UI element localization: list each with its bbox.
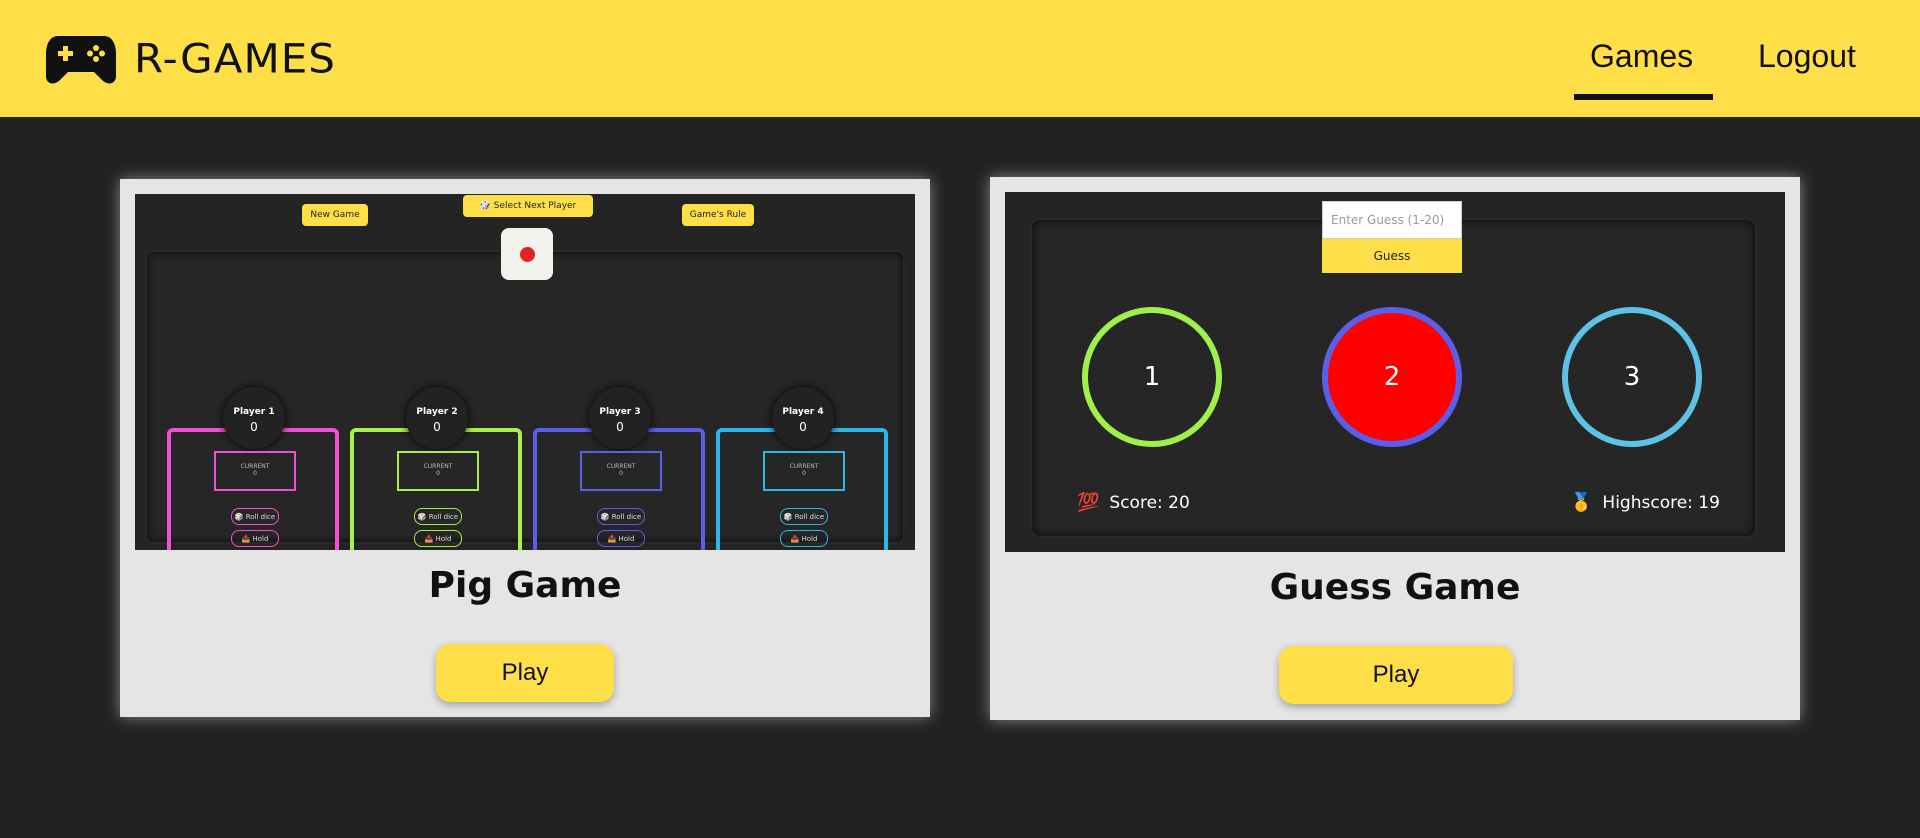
score-display: 💯 Score: 20: [1077, 492, 1190, 513]
select-next-player-button: 🎲 Select Next Player: [463, 195, 593, 217]
new-game-button: New Game: [302, 204, 368, 226]
player-name: Player 4: [782, 407, 824, 417]
player-score: 0: [799, 420, 807, 434]
pig-game-title: Pig Game: [428, 565, 622, 606]
game-rules-button: Game's Rule: [682, 204, 754, 226]
current-label: CURRENT: [240, 463, 270, 470]
guess-game-preview: Enter Guess (1-20) Guess 1 2 3 💯 Score: …: [1005, 192, 1785, 552]
nav-logout-link[interactable]: Logout: [1758, 38, 1856, 75]
top-bar: R-GAMES Games Logout: [0, 0, 1920, 117]
player-current-box: CURRENT 0: [214, 451, 296, 491]
current-value: 0: [619, 470, 623, 477]
current-value: 0: [802, 470, 806, 477]
highscore-text: Highscore: 19: [1602, 492, 1720, 513]
player-badge: Player 2 0: [406, 387, 468, 449]
player-score: 0: [616, 420, 624, 434]
player-panel: Player 3 0 CURRENT 0 🎲 Roll dice 📥 Hold: [533, 387, 705, 550]
current-label: CURRENT: [423, 463, 453, 470]
brand-name: R-GAMES: [134, 34, 336, 82]
roll-dice-button: 🎲 Roll dice: [597, 508, 645, 525]
player-panel: Player 4 0 CURRENT 0 🎲 Roll dice 📥 Hold: [716, 387, 888, 550]
guess-button: Guess: [1322, 239, 1462, 273]
player-name: Player 1: [233, 407, 275, 417]
highscore-display: 🥇 Highscore: 19: [1570, 492, 1720, 513]
hold-button: 📥 Hold: [231, 530, 279, 547]
guess-option-circle: 1: [1082, 307, 1222, 447]
player-panel: Player 1 0 CURRENT 0 🎲 Roll dice 📥 Hold: [167, 387, 339, 550]
player-badge: Player 1 0: [223, 387, 285, 449]
gold-medal-icon: 🥇: [1570, 492, 1593, 513]
pig-game-preview: Player 1 0 CURRENT 0 🎲 Roll dice 📥 Hold …: [135, 194, 915, 550]
guess-option-circle: 3: [1562, 307, 1702, 447]
gamepad-icon: [46, 36, 116, 84]
current-value: 0: [436, 470, 440, 477]
player-badge: Player 4 0: [772, 387, 834, 449]
roll-dice-button: 🎲 Roll dice: [414, 508, 462, 525]
pig-board: Player 1 0 CURRENT 0 🎲 Roll dice 📥 Hold …: [147, 252, 903, 550]
player-badge: Player 3 0: [589, 387, 651, 449]
player-name: Player 3: [599, 407, 641, 417]
dice-icon: [501, 228, 553, 280]
current-value: 0: [253, 470, 257, 477]
dice-pip: [520, 247, 535, 262]
player-score: 0: [433, 420, 441, 434]
hold-button: 📥 Hold: [597, 530, 645, 547]
player-panel: Player 2 0 CURRENT 0 🎲 Roll dice 📥 Hold: [350, 387, 522, 550]
guess-game-play-button[interactable]: Play: [1279, 646, 1513, 704]
current-label: CURRENT: [606, 463, 636, 470]
guess-option-circle: 2: [1322, 307, 1462, 447]
active-nav-indicator: [1574, 94, 1713, 100]
hold-button: 📥 Hold: [414, 530, 462, 547]
hold-button: 📥 Hold: [780, 530, 828, 547]
roll-dice-button: 🎲 Roll dice: [780, 508, 828, 525]
player-current-box: CURRENT 0: [763, 451, 845, 491]
pig-game-play-button[interactable]: Play: [436, 644, 614, 702]
current-label: CURRENT: [789, 463, 819, 470]
roll-dice-button: 🎲 Roll dice: [231, 508, 279, 525]
player-current-box: CURRENT 0: [397, 451, 479, 491]
player-current-box: CURRENT 0: [580, 451, 662, 491]
pig-game-card: Player 1 0 CURRENT 0 🎲 Roll dice 📥 Hold …: [120, 179, 930, 717]
player-score: 0: [250, 420, 258, 434]
guess-game-title: Guess Game: [1269, 567, 1521, 608]
brand-logo[interactable]: R-GAMES: [46, 30, 336, 86]
player-name: Player 2: [416, 407, 458, 417]
guess-game-card: Enter Guess (1-20) Guess 1 2 3 💯 Score: …: [990, 177, 1800, 720]
hundred-points-icon: 💯: [1077, 492, 1100, 513]
score-text: Score: 20: [1109, 492, 1190, 513]
nav-games-link[interactable]: Games: [1590, 38, 1693, 75]
guess-input: Enter Guess (1-20): [1322, 201, 1462, 239]
